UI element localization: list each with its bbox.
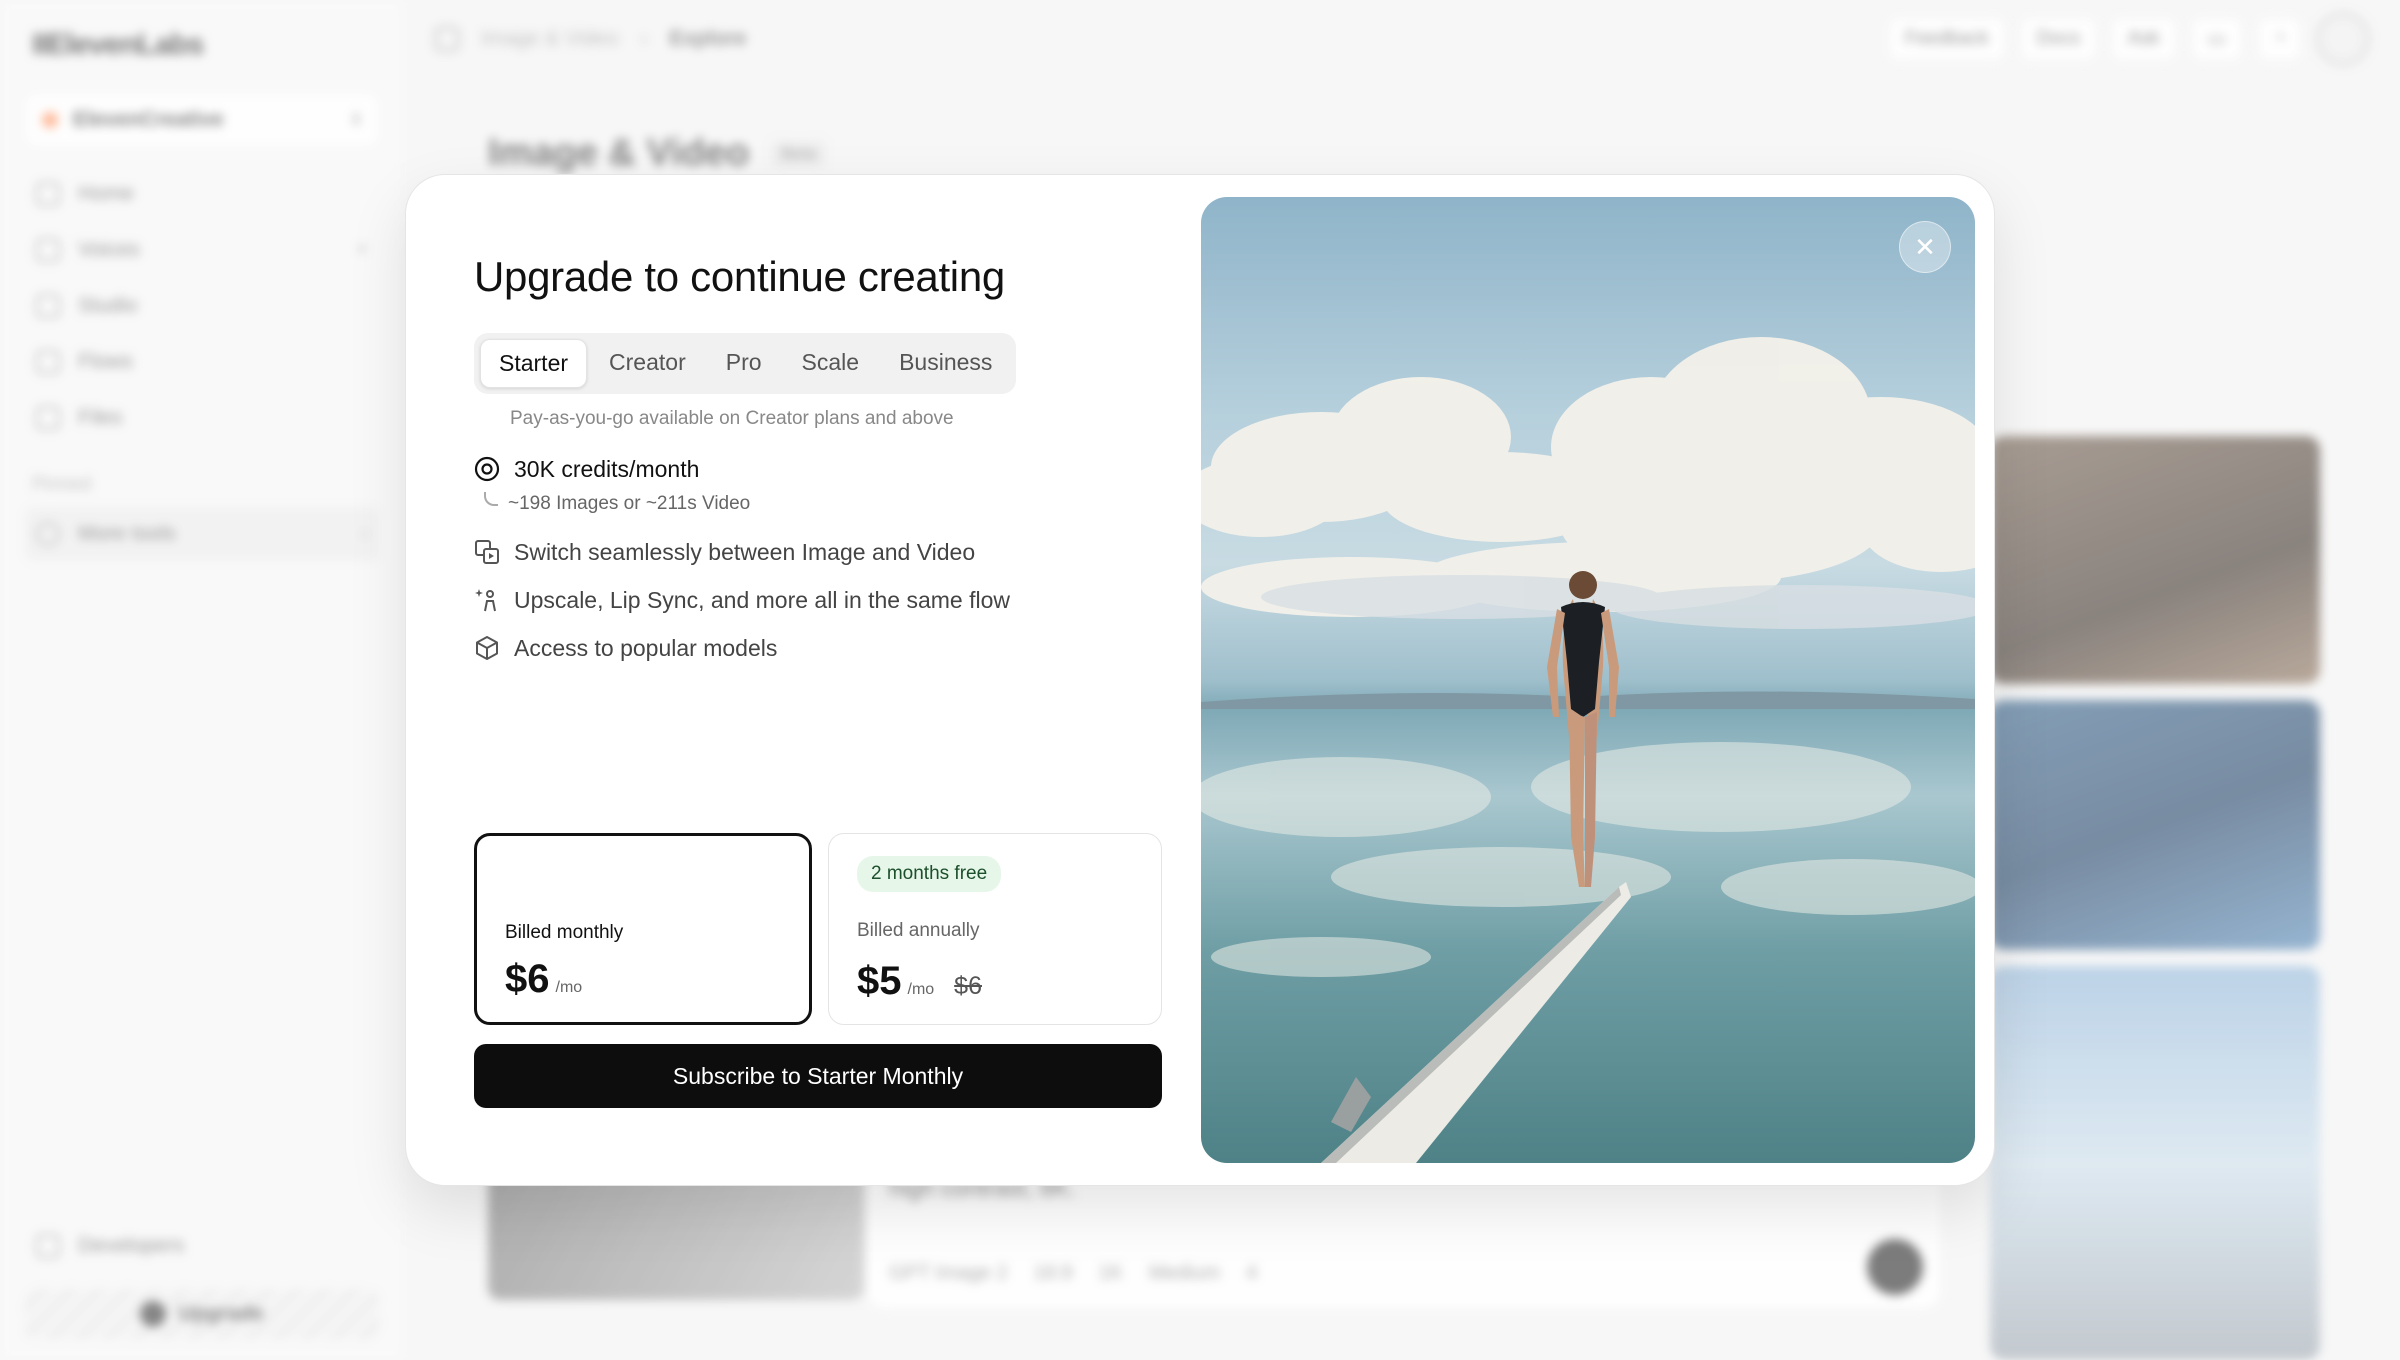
feature-switch: Switch seamlessly between Image and Vide… (474, 528, 1162, 576)
plan-annual-old-price: $6 (954, 972, 982, 1000)
upgrade-modal: Upgrade to continue creating Starter Cre… (405, 174, 1995, 1186)
plan-annual-period: /mo (907, 981, 935, 998)
plan-monthly-period: /mo (555, 979, 583, 996)
tab-creator[interactable]: Creator (591, 339, 704, 388)
sparkle-person-icon (475, 589, 496, 612)
feature-credits-label: 30K credits/month (514, 455, 700, 482)
feature-models-label: Access to popular models (514, 634, 778, 661)
modal-title: Upgrade to continue creating (474, 253, 1005, 300)
feature-models: Access to popular models (474, 624, 1162, 672)
tree-branch-icon (484, 492, 498, 506)
promo-image: ✕ (1201, 197, 1975, 1163)
feature-credits-sub-label: ~198 Images or ~211s Video (508, 493, 751, 514)
plan-tabs: Starter Creator Pro Scale Business (474, 333, 1017, 394)
plan-annual-label: Billed annually (857, 920, 980, 941)
feature-credits: 30K credits/month (474, 452, 1162, 486)
plan-monthly-price: $6 (505, 957, 550, 1001)
tab-pro[interactable]: Pro (708, 339, 780, 388)
feature-upscale: Upscale, Lip Sync, and more all in the s… (474, 576, 1162, 624)
plan-annual-card[interactable]: 2 months free Billed annually $5 /mo $6 (828, 833, 1162, 1025)
credits-icon (474, 456, 500, 482)
feature-upscale-label: Upscale, Lip Sync, and more all in the s… (514, 586, 1011, 613)
feature-credits-detail: ~198 Images or ~211s Video (474, 486, 1162, 522)
subscribe-button[interactable]: Subscribe to Starter Monthly (474, 1044, 1162, 1108)
image-video-icon (475, 540, 499, 564)
close-icon[interactable]: ✕ (1899, 221, 1951, 273)
payg-note: Pay-as-you-go available on Creator plans… (510, 408, 954, 429)
plan-annual-price: $5 (857, 959, 902, 1003)
feature-switch-label: Switch seamlessly between Image and Vide… (514, 538, 976, 565)
billing-options: Billed monthly $6 /mo 2 months free Bill… (474, 833, 1162, 1025)
plan-monthly-label: Billed monthly (505, 922, 624, 943)
tab-business[interactable]: Business (881, 339, 1010, 388)
tab-starter[interactable]: Starter (480, 339, 588, 388)
tab-scale[interactable]: Scale (784, 339, 878, 388)
promo-illustration (1201, 337, 1975, 1163)
plan-monthly-card[interactable]: Billed monthly $6 /mo (474, 833, 812, 1025)
discount-badge: 2 months free (857, 856, 1002, 892)
feature-list: 30K credits/month ~198 Images or ~211s V… (474, 452, 1162, 672)
cube-icon (476, 636, 498, 660)
